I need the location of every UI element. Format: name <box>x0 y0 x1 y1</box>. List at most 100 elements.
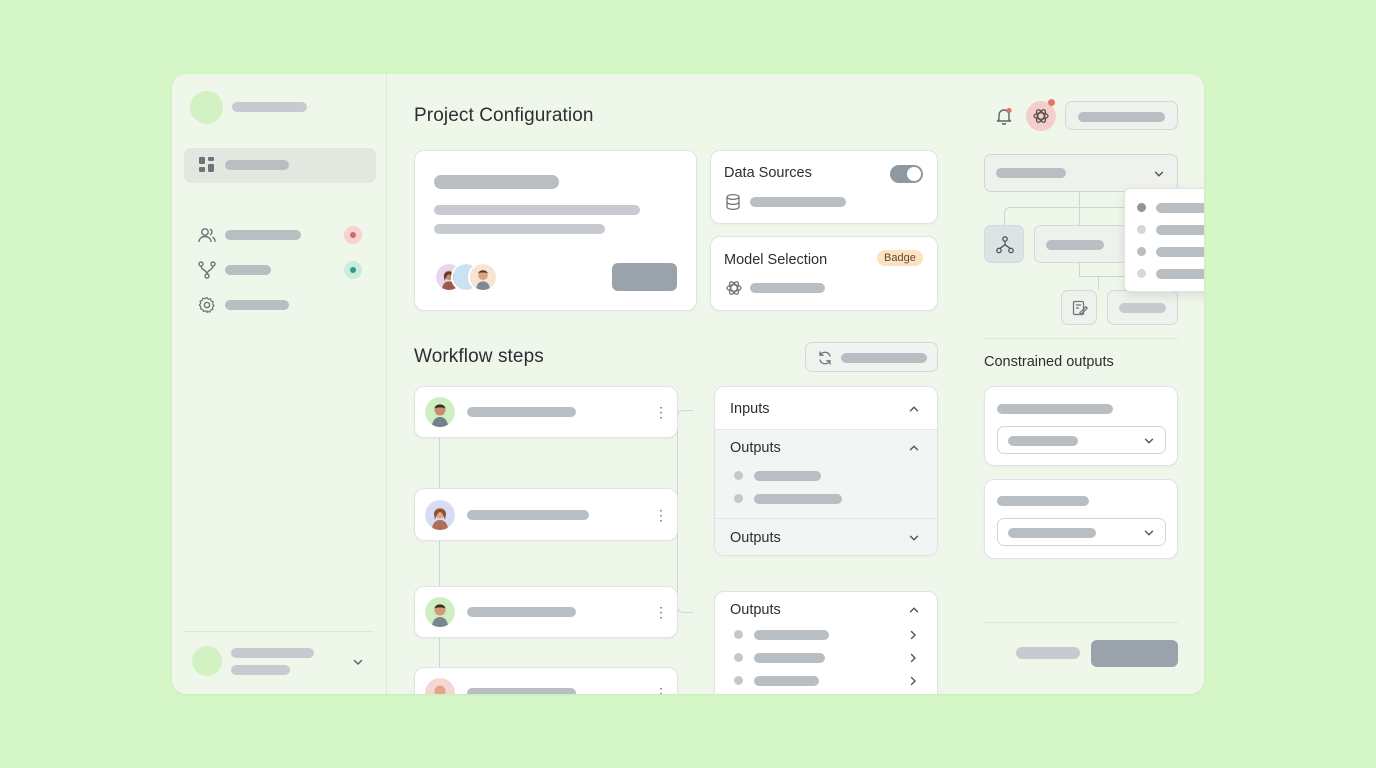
sidebar-item-label <box>225 160 289 170</box>
chevron-down-icon <box>1154 171 1164 177</box>
kebab-icon[interactable]: ⋮ <box>654 605 668 619</box>
menu-item[interactable] <box>1125 198 1204 218</box>
accordion-section-outputs: Outputs <box>715 430 937 519</box>
user-email-placeholder <box>231 665 290 675</box>
cancel-button[interactable] <box>1016 647 1080 659</box>
project-action-button[interactable] <box>612 263 677 291</box>
save-button[interactable] <box>1091 640 1178 667</box>
list-item[interactable] <box>715 626 937 646</box>
dashboard-icon <box>199 157 214 172</box>
divider <box>984 338 1178 339</box>
refresh-button[interactable] <box>805 342 938 372</box>
output-item-placeholder <box>754 630 829 640</box>
workflow-step[interactable]: ⋮ <box>414 488 678 541</box>
right-panel: Constrained outputs <box>964 74 1204 694</box>
kebab-icon[interactable]: ⋮ <box>654 508 668 522</box>
chevron-up-icon <box>909 607 919 613</box>
hierarchy-icon <box>996 236 1014 254</box>
select-dropdown[interactable] <box>984 154 1178 192</box>
model-avatar[interactable] <box>1026 99 1056 131</box>
output-item-placeholder <box>754 471 821 481</box>
status-badge: Badge <box>877 250 923 266</box>
divider <box>984 622 1178 623</box>
tree-connector <box>1079 276 1125 277</box>
data-sources-toggle[interactable] <box>890 165 923 183</box>
select-value-placeholder <box>1008 528 1096 538</box>
constraint-card <box>984 386 1178 466</box>
card-title-placeholder <box>434 175 559 189</box>
list-bullet <box>1137 225 1146 234</box>
notification-badge <box>344 226 362 244</box>
refresh-label-placeholder <box>841 353 927 363</box>
field-label-placeholder <box>997 496 1089 506</box>
accordion-label: Outputs <box>730 602 781 618</box>
menu-item[interactable] <box>1125 220 1204 240</box>
select-value-placeholder <box>1008 436 1078 446</box>
step-name-placeholder <box>467 407 576 417</box>
constraint-select[interactable] <box>997 518 1166 546</box>
data-sources-title: Data Sources <box>724 165 812 181</box>
workflow-connector <box>677 410 693 613</box>
avatar-group <box>434 262 504 292</box>
chevron-up-icon <box>909 445 919 451</box>
list-bullet <box>734 630 743 639</box>
sidebar-item-label <box>225 265 271 275</box>
workflow-step[interactable]: ⋮ <box>414 386 678 438</box>
tree-connector <box>1098 276 1099 290</box>
step-name-placeholder <box>467 510 589 520</box>
tree-connector <box>1079 207 1125 208</box>
card-text-placeholder <box>434 205 640 215</box>
branch-icon <box>198 261 216 279</box>
avatar <box>425 597 455 627</box>
accordion-header-inputs[interactable]: Inputs <box>715 387 937 430</box>
accordion-header-outputs[interactable]: Outputs <box>715 430 937 466</box>
chevron-down-icon[interactable] <box>352 656 364 668</box>
sidebar-item-label <box>225 230 301 240</box>
menu-item-placeholder <box>1156 247 1204 257</box>
workflow-step[interactable]: ⋮ <box>414 667 678 694</box>
menu-item[interactable] <box>1125 242 1204 262</box>
accordion-label: Inputs <box>730 401 770 417</box>
constraint-select[interactable] <box>997 426 1166 454</box>
edit-doc-icon <box>1072 300 1088 316</box>
list-bullet <box>734 471 743 480</box>
user-name-placeholder <box>231 648 314 658</box>
notification-dot <box>1048 99 1055 106</box>
workflow-connector <box>439 438 440 694</box>
tree-node[interactable] <box>1107 290 1178 325</box>
output-item-placeholder <box>754 653 825 663</box>
accordion-header-outputs[interactable]: Outputs <box>715 592 937 628</box>
bell-icon[interactable] <box>994 106 1014 126</box>
outputs-accordion: Outputs <box>714 591 938 694</box>
divider <box>184 631 374 632</box>
list-item[interactable] <box>715 672 937 692</box>
node-label-placeholder <box>1119 303 1166 313</box>
tree-node[interactable] <box>1034 225 1128 263</box>
menu-item-placeholder <box>1156 225 1204 235</box>
avatar <box>425 678 455 694</box>
hierarchy-node-button[interactable] <box>984 225 1024 263</box>
workflow-step[interactable]: ⋮ <box>414 586 678 638</box>
kebab-icon[interactable]: ⋮ <box>654 686 668 694</box>
header-action-button[interactable] <box>1065 101 1178 130</box>
list-bullet <box>1137 203 1146 212</box>
main-content: Project Configuration Data Sources Model… <box>388 74 964 694</box>
list-bullet <box>734 494 743 503</box>
list-bullet <box>734 676 743 685</box>
openai-icon <box>726 281 742 295</box>
kebab-icon[interactable]: ⋮ <box>654 405 668 419</box>
chevron-right-icon <box>910 653 916 663</box>
edit-button[interactable] <box>1061 290 1097 325</box>
list-item[interactable] <box>715 649 937 669</box>
gear-icon <box>198 296 215 314</box>
accordion-header-outputs[interactable]: Outputs <box>715 519 937 555</box>
section-title: Constrained outputs <box>984 354 1114 370</box>
chevron-right-icon <box>910 676 916 686</box>
output-item-placeholder <box>754 676 819 686</box>
status-badge <box>344 261 362 279</box>
workspace-name-placeholder <box>232 102 307 112</box>
accordion-label: Outputs <box>730 440 781 456</box>
app-window: Project Configuration Data Sources Model… <box>172 74 1204 694</box>
step-name-placeholder <box>467 688 576 694</box>
menu-item[interactable] <box>1125 264 1204 284</box>
